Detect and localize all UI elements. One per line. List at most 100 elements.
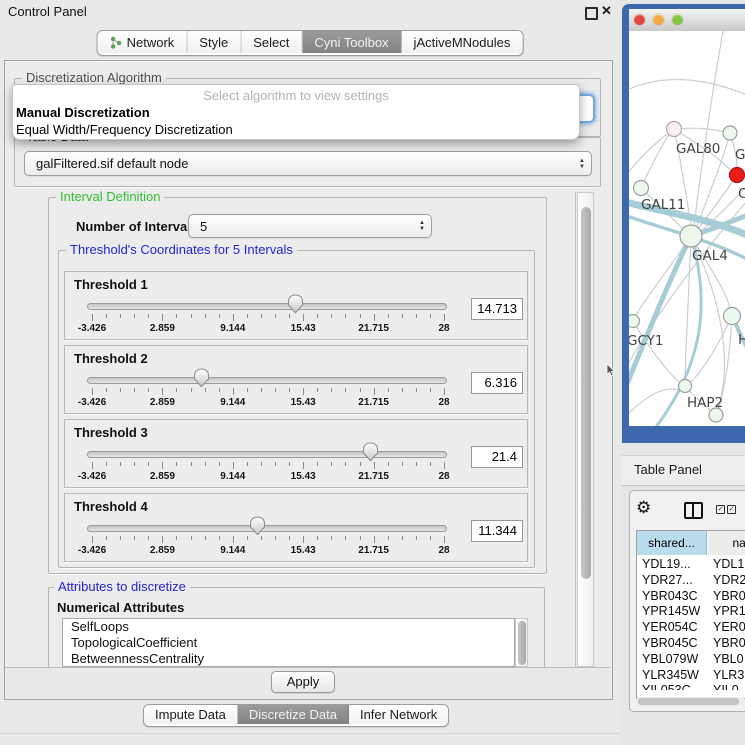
cell-name: YBR0: [713, 636, 745, 650]
threshold-value-field-2[interactable]: 6.316: [471, 372, 523, 394]
tick-label: 28: [412, 323, 476, 334]
split-columns-icon[interactable]: [684, 502, 703, 519]
table-header-shared-name[interactable]: shared...: [637, 531, 707, 555]
cell-shared-name: YPR145W: [642, 604, 700, 618]
threshold-value-field-3[interactable]: 21.4: [471, 446, 523, 468]
tab-cyni-toolbox[interactable]: Cyni Toolbox: [302, 31, 401, 53]
screen: Control Panel ✕ NetworkStyleSelectCyni T…: [0, 0, 745, 745]
network-icon: [110, 36, 122, 49]
table-horizontal-scrollbar[interactable]: [637, 697, 744, 706]
cell-name: YER0: [713, 620, 745, 634]
table-row[interactable]: YBL079WYBL0: [637, 651, 745, 667]
tick-label: 9.144: [201, 471, 265, 482]
slider-thumb[interactable]: [249, 516, 266, 536]
numerical-attributes-label: Numerical Attributes: [57, 600, 184, 615]
threshold-value-field-4[interactable]: 11.344: [471, 520, 523, 542]
network-edge[interactable]: [641, 135, 669, 188]
threshold-label: Threshold 3: [74, 425, 148, 440]
tab-select[interactable]: Select: [241, 31, 302, 53]
tab-network[interactable]: Network: [98, 31, 188, 53]
slider-track[interactable]: [87, 525, 447, 532]
network-edge[interactable]: [685, 236, 691, 379]
close-traffic-light[interactable]: [634, 14, 645, 25]
slider-ticks: [92, 388, 444, 396]
network-node[interactable]: [667, 122, 682, 137]
popup-item-manual-discretization[interactable]: Manual Discretization: [13, 104, 579, 121]
float-window-icon[interactable]: [585, 7, 598, 20]
numerical-attributes-list[interactable]: SelfLoopsTopologicalCoefficientBetweenne…: [62, 618, 515, 667]
table-panel-title: Table Panel: [634, 462, 702, 477]
checked-box-icon[interactable]: ✓: [716, 505, 725, 514]
table-row[interactable]: YBR045CYBR0: [637, 635, 745, 651]
tab-infer-network[interactable]: Infer Network: [349, 705, 448, 724]
slider-thumb[interactable]: [362, 442, 379, 462]
tab-impute-data[interactable]: Impute Data: [144, 705, 238, 724]
table-data-combobox[interactable]: galFiltered.sif default node ▲▼: [24, 151, 592, 176]
close-icon[interactable]: ✕: [601, 3, 612, 19]
table-header-name[interactable]: name: [708, 531, 745, 555]
cell-name: YDR2: [713, 573, 745, 587]
slider-track[interactable]: [87, 377, 447, 384]
settings-scrollbar[interactable]: [577, 192, 594, 667]
slider-track[interactable]: [87, 451, 447, 458]
attribute-item-topologicalcoefficient[interactable]: TopologicalCoefficient: [63, 635, 514, 651]
cell-name: YBL0: [713, 652, 744, 666]
network-node[interactable]: [629, 315, 640, 328]
attributes-group-title: Attributes to discretize: [54, 580, 190, 593]
attributes-list-scrollbar[interactable]: [515, 618, 528, 667]
threshold-panel-1: Threshold 1-3.4262.8599.14415.4321.71528…: [64, 271, 528, 340]
attribute-item-selfloops[interactable]: SelfLoops: [63, 619, 514, 635]
table-row[interactable]: YBR043CYBR0: [637, 588, 745, 604]
threshold-coordinates-group-title: Threshold's Coordinates for 5 Intervals: [66, 243, 297, 256]
viewport-border: [575, 192, 576, 667]
network-node[interactable]: [680, 225, 702, 247]
tick-label: 2.859: [130, 471, 194, 482]
settings-scrollbar-thumb[interactable]: [581, 207, 591, 579]
slider-ticks: [92, 314, 444, 322]
number-of-intervals-value: 5: [189, 219, 413, 234]
network-node[interactable]: [730, 168, 745, 183]
network-edge-highlighted[interactable]: [629, 236, 691, 393]
network-canvas[interactable]: GAL80GALCGAL11GAL4GCY1HHAP2: [629, 31, 745, 426]
slider-thumb[interactable]: [193, 368, 210, 388]
tick-label: 15.43: [271, 471, 335, 482]
table-row[interactable]: YDL19...YDL1: [637, 556, 745, 572]
tick-label: -3.426: [60, 545, 124, 556]
table-row[interactable]: YLR345WYLR3: [637, 667, 745, 683]
tab-discretize-data[interactable]: Discretize Data: [238, 705, 349, 724]
network-window-titlebar[interactable]: [629, 9, 745, 32]
minimize-traffic-light[interactable]: [653, 14, 664, 25]
network-node[interactable]: [724, 308, 741, 325]
cell-shared-name: YDL19...: [642, 557, 691, 571]
network-node[interactable]: [679, 380, 692, 393]
attribute-item-betweennesscentrality[interactable]: BetweennessCentrality: [63, 651, 514, 667]
gear-icon[interactable]: ⚙: [636, 498, 651, 518]
apply-button[interactable]: Apply: [271, 671, 335, 693]
network-node[interactable]: [634, 181, 649, 196]
zoom-traffic-light[interactable]: [672, 14, 683, 25]
slider-ticks: [92, 462, 444, 470]
slider-thumb[interactable]: [287, 294, 304, 314]
network-node-label: GAL80: [676, 141, 720, 157]
threshold-panel-3: Threshold 3-3.4262.8599.14415.4321.71528…: [64, 419, 528, 488]
network-node-label: GAL11: [641, 197, 685, 213]
tab-jactivemnodules[interactable]: jActiveMNodules: [402, 31, 523, 53]
table-row[interactable]: YIL053CYIL0: [637, 682, 745, 690]
checked-box-icon[interactable]: ✓: [727, 505, 736, 514]
threshold-label: Threshold 2: [74, 351, 148, 366]
table-row[interactable]: YPR145WYPR1: [637, 603, 745, 619]
number-of-intervals-combobox[interactable]: 5 ▲▼: [188, 214, 432, 238]
attributes-scrollbar-thumb[interactable]: [518, 621, 526, 665]
threshold-value-field-1[interactable]: 14.713: [471, 298, 523, 320]
table-hscrollbar-thumb[interactable]: [638, 698, 739, 705]
window-edge: [0, 733, 620, 734]
network-node[interactable]: [723, 126, 737, 140]
cell-shared-name: YIL053C: [642, 683, 691, 690]
popup-item-equal-width-frequency-discretization[interactable]: Equal Width/Frequency Discretization: [13, 121, 579, 138]
tab-style[interactable]: Style: [187, 31, 241, 53]
tick-label: 9.144: [201, 397, 265, 408]
table-row[interactable]: YER054CYER0: [637, 619, 745, 635]
network-edge[interactable]: [629, 79, 745, 95]
table-row[interactable]: YDR27...YDR2: [637, 572, 745, 588]
slider-track[interactable]: [87, 303, 447, 310]
